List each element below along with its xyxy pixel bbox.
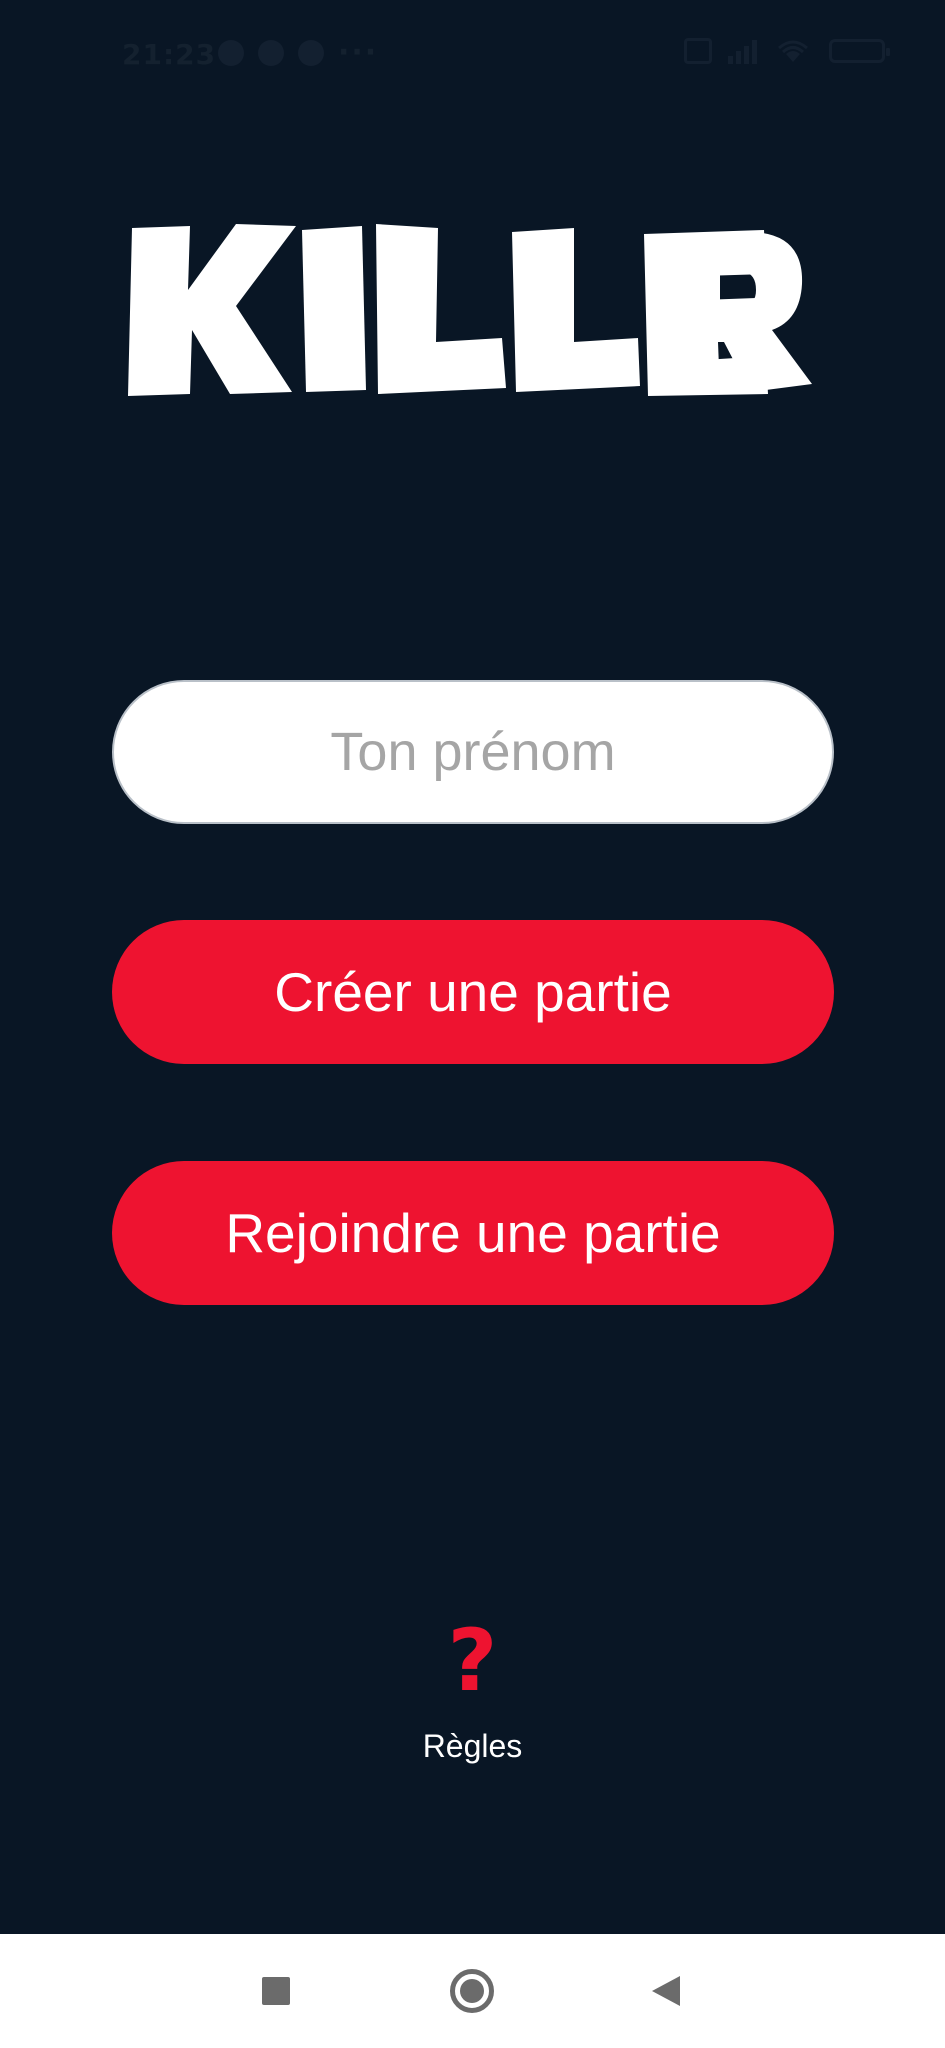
sync-notification-icon	[298, 40, 324, 66]
circle-icon	[450, 1969, 494, 2013]
recents-button[interactable]	[216, 1934, 336, 2048]
status-notification-icons: ···	[218, 35, 379, 70]
name-field[interactable]	[112, 680, 834, 824]
battery-icon	[829, 39, 890, 63]
status-system-icons	[684, 38, 890, 64]
rules-label: Règles	[422, 1728, 523, 1764]
name-input[interactable]	[183, 720, 763, 784]
question-mark-icon: ?	[447, 1611, 498, 1711]
signal-icon	[728, 38, 757, 64]
rules-button[interactable]: ? Règles	[0, 1618, 945, 1765]
join-game-button[interactable]: Rejoindre une partie	[112, 1161, 834, 1305]
app-notification-icon	[258, 40, 284, 66]
status-bar: 21:23 ···	[0, 0, 945, 110]
settings-notification-icon	[218, 40, 244, 66]
sim-icon	[684, 38, 712, 64]
more-notifications-icon: ···	[338, 35, 379, 70]
triangle-back-icon	[652, 1976, 680, 2006]
create-game-button[interactable]: Créer une partie	[112, 920, 834, 1064]
wifi-icon	[778, 40, 808, 62]
navigation-bar	[0, 1934, 945, 2048]
back-button[interactable]	[606, 1934, 726, 2048]
square-icon	[262, 1977, 290, 2005]
app-screen: 21:23 ··· Ton prénom Créer une partie Re…	[0, 0, 945, 1934]
status-time: 21:23	[122, 38, 217, 71]
app-logo	[128, 224, 812, 396]
home-button[interactable]	[412, 1934, 532, 2048]
